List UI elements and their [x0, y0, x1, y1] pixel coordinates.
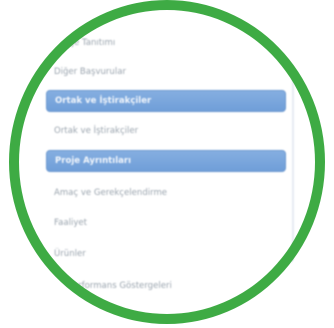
menu-scrollbar[interactable] — [292, 16, 294, 316]
menu-item-partial[interactable] — [100, 302, 334, 324]
menu-item-faaliyet[interactable]: Faaliyet — [46, 212, 286, 234]
menu-section-label: Proje Ayrıntıları — [55, 156, 132, 166]
magnifier-view: Proje Tanıtımı Diğer Başvurular Ortak ve… — [0, 0, 334, 328]
menu-item-diger-basvurular[interactable]: Diğer Başvurular — [46, 61, 286, 83]
menu-item-label: Faaliyet — [54, 218, 88, 228]
menu-item-label: Amaç ve Gerekçelendirme — [54, 188, 168, 198]
menu-section-proje-ayrintilari[interactable]: Proje Ayrıntıları — [46, 150, 286, 172]
menu-item-urunler[interactable]: Ürünler — [46, 243, 286, 265]
menu-section-label: Ortak ve İştirakçiler — [55, 96, 152, 106]
menu-item-amac-ve-gerekcelendirme[interactable]: Amaç ve Gerekçelendirme — [46, 182, 286, 204]
menu-item-label: Proje Tanıtımı — [58, 38, 116, 48]
menu-item-label: Ürünler — [54, 249, 86, 259]
menu-item-label: Diğer Başvurular — [54, 67, 126, 77]
menu-item-label: Performans Göstergeleri — [68, 281, 172, 291]
menu-item-ortak-ve-istirakciler[interactable]: Ortak ve İştirakçiler — [46, 120, 286, 142]
menu-item-label: Ortak ve İştirakçiler — [54, 126, 139, 136]
side-menu-panel: Proje Tanıtımı Diğer Başvurular Ortak ve… — [20, 0, 300, 328]
menu-item-performans-gostergeleri[interactable]: Performans Göstergeleri — [60, 275, 300, 297]
menu-section-ortak-ve-istirakciler[interactable]: Ortak ve İştirakçiler — [46, 90, 286, 112]
menu-item-proje-tanitimi[interactable]: Proje Tanıtımı — [50, 32, 290, 54]
